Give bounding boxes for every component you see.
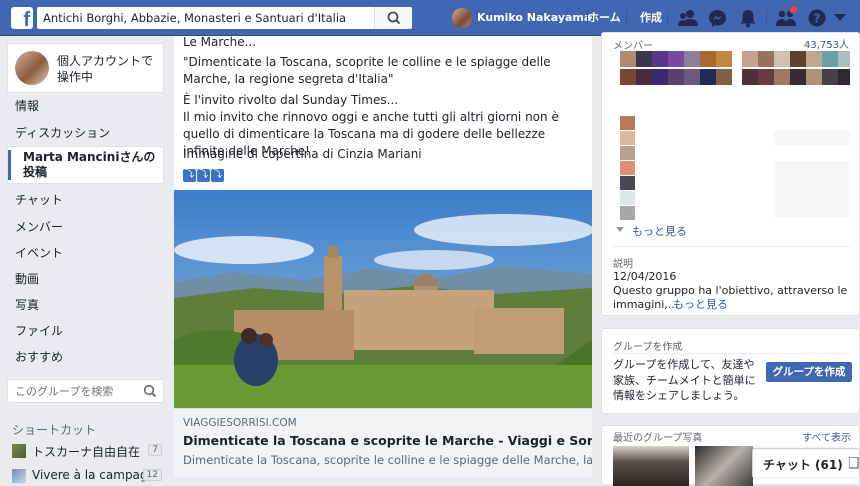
right-sidebar: メンバー 43,753人 もっと見る 説明 12/04/2016 Questo … <box>601 32 860 486</box>
arrow-down-emoji-icon: ⤵ <box>183 169 196 182</box>
member-placeholder <box>774 131 850 145</box>
shortcut-label: トスカーナ自由自在 <box>32 445 141 459</box>
shortcuts-title: ショートカット <box>12 423 97 437</box>
account-switch-card[interactable]: 個人アカウントで操作中 <box>7 43 164 93</box>
create-link[interactable]: 作成 <box>640 0 662 36</box>
account-switch-text: 個人アカウントで操作中 <box>57 54 154 84</box>
post-text-line: Immagine di copertina di Cinzia Mariani <box>183 147 422 161</box>
nav-member-posts[interactable]: Marta Manciniさんの 投稿 <box>7 146 164 184</box>
help-icon[interactable]: ? <box>808 9 826 27</box>
shortcut-item[interactable]: Vivere à la campagne 12 <box>12 468 163 484</box>
link-domain: VIAGGIESORRISI.COM <box>183 417 297 429</box>
chat-label: チャット (61) <box>763 458 843 472</box>
caret-down-icon <box>616 227 624 232</box>
shortcut-thumbnail <box>12 469 26 483</box>
shortcut-count: 12 <box>142 469 162 481</box>
nav-recommendations[interactable]: おすすめ <box>15 348 63 365</box>
create-group-card: グループを作成 グループを作成して、友達や家族、チームメイトと簡単に情報をシェア… <box>601 328 860 414</box>
post-card: Le Marche... "Dimenticate la Toscana, sc… <box>174 36 592 477</box>
members-count[interactable]: 43,753人 <box>804 36 849 51</box>
post-text-line: È l'invito rivolto dal Sunday Times... <box>183 93 399 107</box>
search-icon <box>387 11 401 25</box>
link-title: Dimenticate la Toscana e scoprite le Mar… <box>183 433 592 448</box>
create-group-button[interactable]: グループを作成 <box>766 362 852 382</box>
search-icon[interactable] <box>143 384 157 398</box>
emoji-row: ⤵ ⤵ ⤵ <box>183 166 224 182</box>
search-bar <box>37 7 412 29</box>
member-avatars[interactable] <box>620 51 850 87</box>
members-see-more[interactable]: もっと見る <box>632 223 687 239</box>
description-see-more[interactable]: もっと見る <box>673 298 728 312</box>
members-card: メンバー 43,753人 もっと見る 説明 <box>601 32 860 284</box>
facebook-logo-icon[interactable]: f <box>11 7 33 29</box>
left-sidebar: 個人アカウントで操作中 情報 ディスカッション Marta Manciniさんの… <box>0 36 172 483</box>
nav-member-posts-label: Marta Manciniさんの 投稿 <box>23 150 156 179</box>
account-avatar <box>15 51 49 85</box>
link-preview-image[interactable] <box>174 190 592 408</box>
description-card: 12/04/2016 Questo gruppo ha l'obiettivo,… <box>601 268 860 316</box>
chat-tab[interactable]: チャット (61) <box>752 448 860 477</box>
members-title[interactable]: メンバー <box>613 37 653 52</box>
user-name: Kumiko Nakayama <box>477 11 592 24</box>
recent-photos-title: 最近のグループ写真 <box>613 433 703 444</box>
member-placeholder <box>774 161 850 217</box>
nav-discussion[interactable]: ディスカッション <box>15 124 110 141</box>
settings-menu-icon[interactable] <box>834 14 846 22</box>
notification-dot <box>789 5 798 14</box>
nav-members[interactable]: メンバー <box>15 218 63 235</box>
user-avatar <box>452 8 472 28</box>
post-text-line: Le Marche... <box>183 36 257 49</box>
nav-files[interactable]: ファイル <box>15 322 63 339</box>
chat-options-icon[interactable] <box>849 457 859 469</box>
home-link[interactable]: ホーム <box>588 0 621 36</box>
svg-text:?: ? <box>814 12 821 26</box>
shortcut-thumbnail <box>12 444 26 458</box>
nav-about[interactable]: 情報 <box>15 97 39 114</box>
group-search <box>7 379 164 403</box>
create-group-title: グループを作成 <box>613 342 683 353</box>
nav-events[interactable]: イベント <box>15 244 63 261</box>
notifications-icon[interactable] <box>739 9 757 28</box>
description-date: 12/04/2016 <box>613 270 677 283</box>
link-description: Dimenticate la Toscana, scoprite le coll… <box>183 453 592 467</box>
recent-photos-see-all[interactable]: すべて表示 <box>802 429 851 444</box>
nav-videos[interactable]: 動画 <box>15 270 39 287</box>
link-preview-info[interactable]: VIAGGIESORRISI.COM Dimenticate la Toscan… <box>174 408 592 477</box>
recent-photo[interactable] <box>695 446 753 486</box>
group-search-input[interactable] <box>8 380 138 402</box>
recent-photo[interactable] <box>613 446 689 486</box>
messenger-icon[interactable] <box>708 9 727 28</box>
create-group-text: グループを作成して、友達や家族、チームメイトと簡単に情報をシェアしましょう。 <box>613 358 756 402</box>
nav-chat[interactable]: チャット <box>15 191 63 208</box>
member-avatar-column[interactable] <box>620 116 636 221</box>
shortcut-item[interactable]: トスカーナ自由自在 7 <box>12 443 162 459</box>
top-bar: f Kumiko Nakayama ホーム 作成 ? <box>0 0 860 36</box>
arrow-down-emoji-icon: ⤵ <box>211 169 224 182</box>
search-button[interactable] <box>374 7 412 29</box>
shortcut-count: 7 <box>148 444 162 456</box>
post-text-line: "Dimenticate la Toscana, scoprite le col… <box>183 55 551 86</box>
friend-requests-icon[interactable] <box>678 9 698 27</box>
nav-photos[interactable]: 写真 <box>15 296 39 313</box>
description-text: Questo gruppo ha l'obiettivo, attraverso… <box>613 284 848 311</box>
arrow-down-emoji-icon: ⤵ <box>197 169 210 182</box>
search-input[interactable] <box>37 7 367 29</box>
nav-active-indicator <box>8 150 11 180</box>
